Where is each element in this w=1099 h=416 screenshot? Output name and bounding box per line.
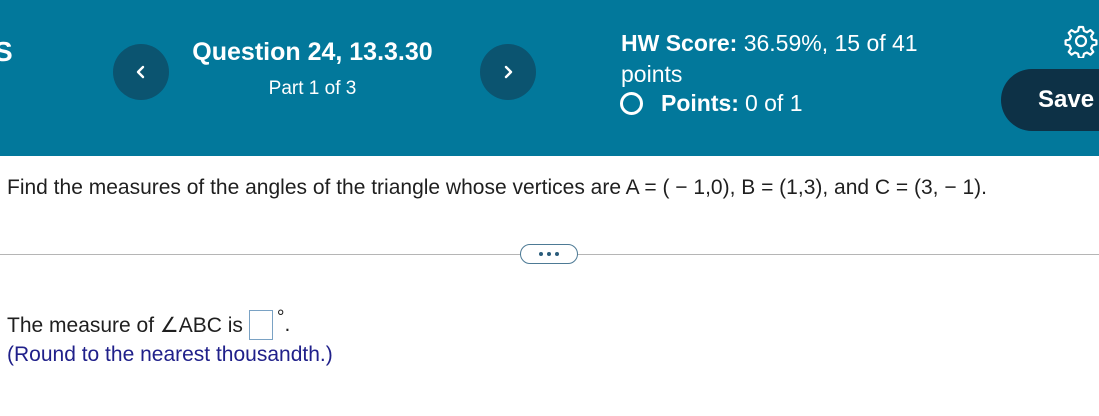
answer-period: . [284, 313, 291, 336]
question-text: Find the measures of the angles of the t… [7, 176, 987, 199]
angle-answer-input[interactable] [248, 310, 273, 340]
hw-score-unit: points [621, 61, 683, 87]
points-value: 0 of 1 [744, 90, 803, 116]
rounding-instruction: (Round to the nearest thousandth.) [7, 343, 333, 366]
ellipsis-icon [555, 252, 559, 256]
answer-line: The measure of ∠ABC is ° . [7, 307, 291, 340]
chevron-left-icon [136, 65, 145, 79]
hw-score-value: 36.59%, 15 of 41 [743, 30, 918, 56]
question-part: Part 1 of 3 [268, 78, 357, 99]
chevron-right-icon [504, 65, 513, 79]
ellipsis-icon [539, 252, 543, 256]
answer-prompt: The measure of ∠ABC is [7, 313, 243, 337]
points-label: Points: [661, 90, 739, 116]
show-more-button[interactable] [520, 244, 578, 264]
points-status: Points: 0 of 1 [620, 90, 803, 117]
degree-symbol: ° [276, 307, 285, 328]
truncated-header-text: S [0, 36, 13, 67]
save-button[interactable]: Save [1001, 69, 1099, 131]
hw-score: HW Score: 36.59%, 15 of 41 points [621, 28, 961, 90]
question-header: S Question 24, 13.3.30 Part 1 of 3 HW Sc… [0, 0, 1099, 156]
next-question-button[interactable] [480, 44, 536, 100]
ellipsis-icon [547, 252, 551, 256]
gear-icon[interactable] [1064, 24, 1098, 58]
question-title: Question 24, 13.3.30 [192, 38, 433, 66]
empty-circle-icon [620, 92, 643, 115]
hw-score-label: HW Score: [621, 30, 738, 56]
